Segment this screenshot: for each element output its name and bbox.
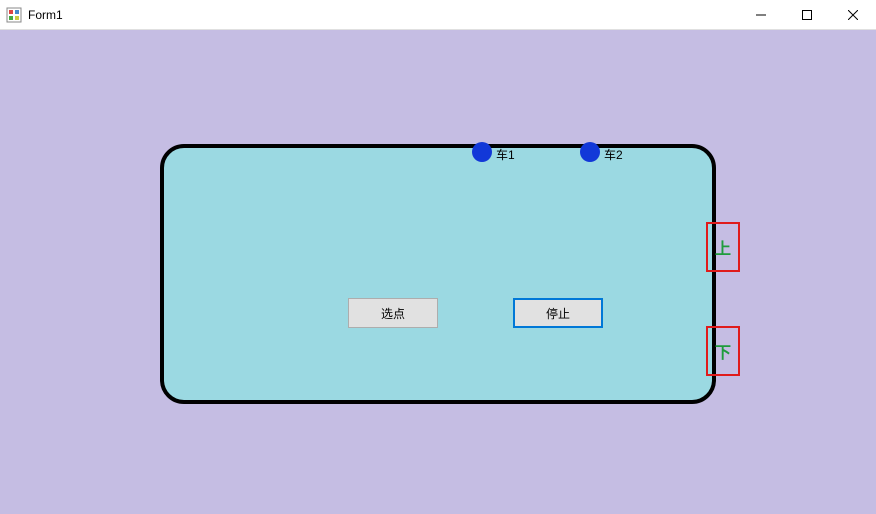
window-controls [738, 0, 876, 29]
car1-label: 车1 [496, 146, 515, 163]
car2-label: 车2 [604, 146, 623, 163]
car2-dot [580, 142, 600, 162]
client-area: 车1 车2 选点 停止 上 下 [0, 30, 876, 514]
app-icon [6, 7, 22, 23]
select-point-button[interactable]: 选点 [348, 298, 438, 328]
stop-button[interactable]: 停止 [513, 298, 603, 328]
minimize-button[interactable] [738, 0, 784, 29]
maximize-button[interactable] [784, 0, 830, 29]
titlebar: Form1 [0, 0, 876, 30]
close-button[interactable] [830, 0, 876, 29]
track-panel [160, 144, 716, 404]
up-button[interactable]: 上 [706, 222, 740, 272]
window-title: Form1 [28, 8, 738, 22]
down-button[interactable]: 下 [706, 326, 740, 376]
car1-dot [472, 142, 492, 162]
